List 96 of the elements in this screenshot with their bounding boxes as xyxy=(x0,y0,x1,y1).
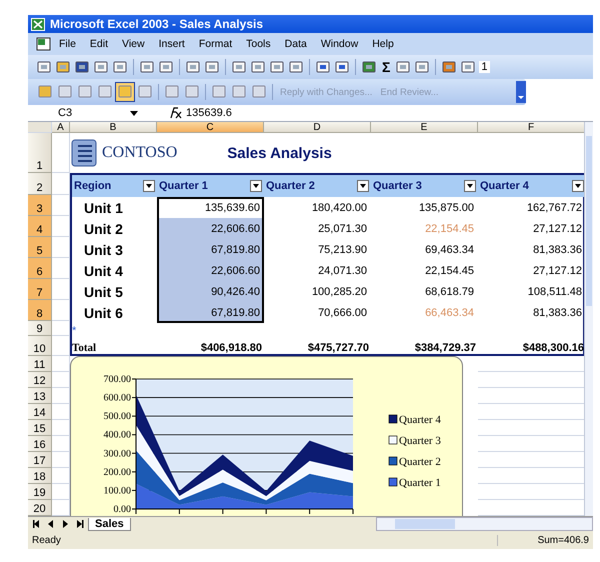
table-cell-text: 22,154.45 xyxy=(424,264,475,278)
row-header[interactable]: 12 xyxy=(28,372,52,388)
table-cell-text: 135,875.00 xyxy=(418,200,475,216)
window-title: Microsoft Excel 2003 - Sales Analysis xyxy=(50,17,263,31)
legend-label: Quarter 2 xyxy=(399,456,441,468)
column-header[interactable]: C xyxy=(157,122,264,133)
column-header[interactable]: A xyxy=(52,122,70,133)
column-filter-header[interactable]: Quarter 2 xyxy=(264,175,371,197)
table-cell-text: 27,127.12 xyxy=(532,222,583,236)
row-header[interactable]: 11 xyxy=(28,356,52,372)
table-cell-text: 25,071.30 xyxy=(317,222,368,236)
row-header[interactable]: 20 xyxy=(28,500,52,516)
table-cell-text: 69,463.34 xyxy=(424,242,475,258)
sheet-tab[interactable]: Sales xyxy=(88,518,131,530)
axis-label: 400.00 xyxy=(104,430,131,441)
axis-label: 300.00 xyxy=(104,448,131,460)
axis-label: 500.00 xyxy=(104,411,131,422)
font-size-field[interactable]: 1 xyxy=(479,61,490,73)
table-cell: 90,426.40 xyxy=(157,281,264,302)
menu-item[interactable]: File xyxy=(52,38,83,50)
table-cell-text: 22,154.45 xyxy=(424,222,475,236)
table-cell-text: Unit 1 xyxy=(83,198,124,218)
axis-label: 100.00 xyxy=(104,485,131,496)
table-cell-text: $406,918.80 xyxy=(200,341,263,356)
row-header[interactable]: 13 xyxy=(28,388,52,404)
row-header[interactable]: 16 xyxy=(28,436,52,452)
menu-item[interactable]: View xyxy=(115,38,152,50)
menu-item[interactable]: Data xyxy=(278,38,314,50)
row-header[interactable]: 6 xyxy=(28,258,52,279)
row-header[interactable]: 18 xyxy=(28,468,52,484)
legend-label: Quarter 1 xyxy=(399,477,441,489)
row-header[interactable]: 5 xyxy=(28,237,52,258)
row-header[interactable]: 9 xyxy=(28,321,52,336)
table-cell-text: 75,213.90 xyxy=(317,242,368,258)
table-cell-text: 100,285.20 xyxy=(310,284,368,300)
table-cell-text: Total xyxy=(72,341,98,356)
row-header[interactable]: 4 xyxy=(28,216,52,237)
row-header[interactable]: 15 xyxy=(28,420,52,436)
table-cell-text: 81,383.36 xyxy=(532,306,583,320)
table-cell: 67,819.80 xyxy=(157,239,264,260)
table-cell-text: 135,639.60 xyxy=(204,200,261,216)
row-header[interactable]: 3 xyxy=(28,195,52,216)
row-header[interactable]: 19 xyxy=(28,484,52,500)
row-header[interactable]: 10 xyxy=(28,336,52,356)
column-filter-header[interactable]: Region xyxy=(72,175,157,197)
table-cell-text: 81,383.36 xyxy=(532,242,583,258)
table-cell-text: $384,729.37 xyxy=(414,341,477,356)
table-cell-text: 68,618.79 xyxy=(424,284,475,300)
table-cell-text: Unit 2 xyxy=(83,220,124,238)
row-header[interactable]: 7 xyxy=(28,279,52,300)
axis-label: 600.00 xyxy=(104,392,131,404)
menu-item[interactable]: Format xyxy=(192,38,240,50)
axis-label: 0.00 xyxy=(114,504,131,515)
legend-label: Quarter 3 xyxy=(399,435,441,447)
legend-label: Quarter 4 xyxy=(399,414,441,426)
name-box[interactable]: C3 xyxy=(28,107,124,119)
new-row-marker: * xyxy=(72,324,76,336)
column-header[interactable]: D xyxy=(264,122,371,133)
table-cell-text: Unit 3 xyxy=(83,240,124,260)
sum-readout: Sum=406.9 xyxy=(496,534,589,546)
table-cell-text: 108,511.48 xyxy=(526,284,583,300)
table-cell-text: 27,127.12 xyxy=(532,264,583,278)
table-cell-text: 70,666.00 xyxy=(317,306,368,320)
logo-text: CONTOSO xyxy=(102,144,178,162)
column-filter-header[interactable]: Quarter 4 xyxy=(478,175,584,197)
menu-item[interactable]: Help xyxy=(365,38,401,50)
axis-label: 200.00 xyxy=(104,466,131,478)
status-text: Ready xyxy=(32,534,61,546)
column-header[interactable]: E xyxy=(371,122,478,133)
row-header[interactable]: 2 xyxy=(28,173,52,195)
axis-label: 700.00 xyxy=(104,374,131,385)
menu-item[interactable]: Insert xyxy=(152,38,192,50)
table-cell-text: 66,463.34 xyxy=(424,306,475,320)
table-cell-text: Unit 4 xyxy=(83,262,124,280)
row-header[interactable]: 14 xyxy=(28,404,52,420)
table-cell-text: Unit 6 xyxy=(83,304,124,322)
table-cell-text: 24,071.30 xyxy=(317,264,368,278)
table-cell-text: 162,767.72 xyxy=(526,200,583,216)
menu-item[interactable]: Tools xyxy=(239,38,278,50)
table-cell: 22,606.60 xyxy=(157,260,264,281)
table-cell-text: 180,420.00 xyxy=(310,200,368,216)
menu-item[interactable]: Edit xyxy=(82,38,116,50)
column-filter-header[interactable]: Quarter 3 xyxy=(371,175,478,197)
row-header[interactable]: 1 xyxy=(28,133,52,173)
autosum-button[interactable]: Σ xyxy=(380,59,392,75)
column-filter-header[interactable]: Quarter 1 xyxy=(157,175,264,197)
sheet-title: Sales Analysis xyxy=(227,144,332,162)
menu-item[interactable]: Window xyxy=(314,38,366,50)
row-header[interactable]: 8 xyxy=(28,300,52,321)
table-cell-text: $475,727.70 xyxy=(306,341,370,356)
table-cell-text: Unit 5 xyxy=(83,282,124,302)
row-header[interactable]: 17 xyxy=(28,452,52,468)
formula-field[interactable]: 135639.6 xyxy=(186,107,232,119)
table-cell: 22,606.60 xyxy=(157,218,264,239)
column-header[interactable]: B xyxy=(70,122,157,133)
column-header[interactable]: F xyxy=(478,122,584,133)
